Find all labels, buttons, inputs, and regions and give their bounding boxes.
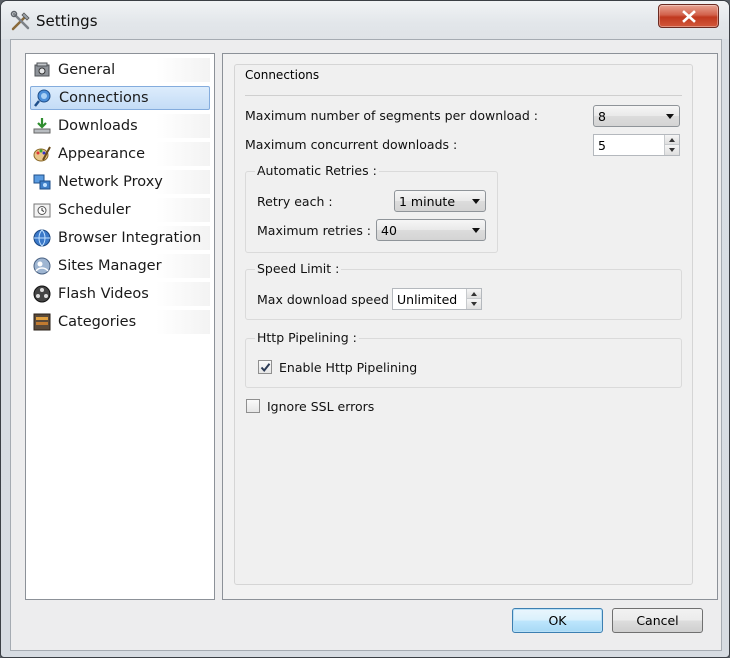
settings-window: Settings General Connections Downloads A…	[0, 0, 730, 658]
connections-settings-pane: Connections Maximum number of segments p…	[222, 53, 718, 600]
sidebar-item-label: Flash Videos	[58, 286, 149, 302]
sidebar-item-flash-videos[interactable]: Flash Videos	[30, 282, 210, 306]
max-concurrent-spinbox[interactable]: 5	[593, 134, 680, 156]
sidebar-item-network-proxy[interactable]: Network Proxy	[30, 170, 210, 194]
settings-tools-icon	[10, 10, 30, 31]
spin-up-button[interactable]	[467, 289, 481, 299]
ignore-ssl-checkbox[interactable]	[246, 399, 260, 413]
retry-each-label: Retry each :	[257, 194, 333, 209]
sidebar-item-general[interactable]: General	[30, 58, 210, 82]
enable-http-pipelining-label: Enable Http Pipelining	[279, 360, 418, 375]
arrow-up-icon	[669, 138, 675, 142]
max-retries-select[interactable]: 40	[376, 219, 486, 241]
sidebar-item-appearance[interactable]: Appearance	[30, 142, 210, 166]
sidebar-item-label: Scheduler	[58, 202, 131, 218]
network-proxy-icon	[33, 174, 51, 190]
chevron-down-icon	[472, 199, 480, 204]
spin-down-button[interactable]	[665, 145, 679, 155]
max-speed-label: Max download speed :	[257, 292, 398, 307]
downloads-icon	[33, 118, 51, 134]
max-segments-label: Maximum number of segments per download …	[245, 108, 539, 123]
scheduler-icon	[33, 203, 51, 218]
sidebar-item-label: General	[58, 62, 116, 78]
automatic-retries-title: Automatic Retries :	[255, 163, 379, 178]
sidebar-item-connections[interactable]: Connections	[30, 86, 210, 110]
spin-buttons	[664, 135, 679, 155]
max-concurrent-value: 5	[598, 138, 606, 153]
sidebar-item-browser-integration[interactable]: Browser Integration	[30, 226, 210, 250]
chevron-down-icon	[666, 114, 674, 119]
max-speed-spinbox[interactable]: Unlimited	[392, 288, 482, 310]
chevron-down-icon	[472, 228, 480, 233]
close-icon	[682, 10, 696, 23]
retry-each-value: 1 minute	[399, 194, 456, 209]
http-pipelining-title: Http Pipelining :	[255, 330, 359, 345]
sites-manager-icon	[33, 257, 51, 275]
sidebar-item-label: Connections	[59, 90, 149, 106]
arrow-down-icon	[471, 302, 477, 306]
checkmark-icon	[260, 363, 271, 373]
sidebar-item-label: Sites Manager	[58, 258, 162, 274]
max-segments-value: 8	[598, 109, 606, 124]
max-concurrent-label: Maximum concurrent downloads :	[245, 137, 458, 152]
speed-limit-title: Speed Limit :	[255, 261, 342, 276]
spin-up-button[interactable]	[665, 135, 679, 145]
enable-http-pipelining-checkbox[interactable]	[258, 360, 272, 374]
connections-group-title: Connections	[243, 68, 322, 82]
sidebar-item-label: Categories	[58, 314, 137, 330]
connections-group: Connections Maximum number of segments p…	[234, 64, 693, 585]
browser-integration-icon	[33, 229, 51, 247]
max-retries-value: 40	[381, 223, 397, 238]
sidebar-item-label: Appearance	[58, 146, 146, 162]
spin-buttons	[466, 289, 481, 309]
arrow-down-icon	[669, 148, 675, 152]
retry-each-select[interactable]: 1 minute	[394, 190, 486, 212]
flash-videos-icon	[33, 285, 51, 303]
max-retries-label: Maximum retries :	[257, 223, 372, 238]
max-speed-value: Unlimited	[397, 292, 458, 307]
ignore-ssl-label: Ignore SSL errors	[267, 399, 375, 414]
arrow-up-icon	[471, 292, 477, 296]
cancel-button[interactable]: Cancel	[612, 608, 703, 633]
spin-down-button[interactable]	[467, 299, 481, 309]
settings-category-list: General Connections Downloads Appearance…	[25, 53, 215, 600]
sidebar-item-label: Downloads	[58, 118, 138, 134]
sidebar-item-categories[interactable]: Categories	[30, 310, 210, 334]
ok-button[interactable]: OK	[512, 608, 603, 633]
close-button[interactable]	[658, 4, 719, 28]
sidebar-item-label: Network Proxy	[58, 174, 163, 190]
dialog-client-area: General Connections Downloads Appearance…	[10, 39, 722, 651]
max-segments-select[interactable]: 8	[593, 105, 680, 127]
categories-icon	[33, 313, 51, 331]
sidebar-item-downloads[interactable]: Downloads	[30, 114, 210, 138]
sidebar-item-sites-manager[interactable]: Sites Manager	[30, 254, 210, 278]
general-icon	[34, 62, 50, 77]
divider	[245, 95, 682, 96]
title-bar[interactable]: Settings	[1, 1, 729, 39]
appearance-icon	[33, 146, 51, 162]
sidebar-item-label: Browser Integration	[58, 230, 202, 246]
window-title: Settings	[36, 12, 98, 30]
connections-icon	[34, 89, 51, 107]
sidebar-item-scheduler[interactable]: Scheduler	[30, 198, 210, 222]
